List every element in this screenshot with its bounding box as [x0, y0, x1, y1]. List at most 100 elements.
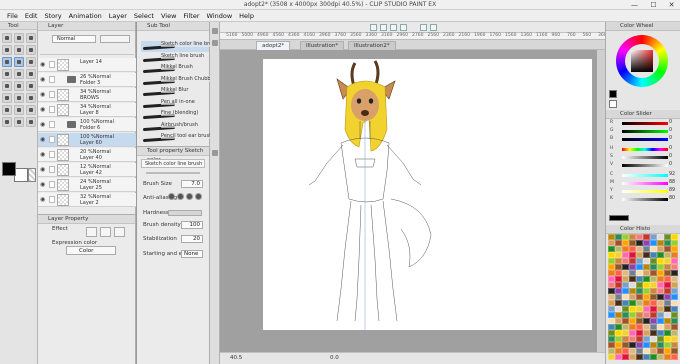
- decoration-tool-icon[interactable]: [14, 69, 24, 79]
- color-slider-bar[interactable]: [622, 138, 668, 141]
- color-history-swatch[interactable]: [622, 354, 629, 360]
- lock-icon[interactable]: [49, 76, 55, 83]
- layer-row[interactable]: ◉ Layer 14: [38, 58, 136, 72]
- lock-icon[interactable]: [49, 196, 55, 203]
- layer-row[interactable]: ◉ 34 %Normal BROWS: [38, 88, 136, 102]
- border-effect-button[interactable]: [86, 227, 97, 237]
- subtool-brush-item[interactable]: Mikkel Brush Chubby: [141, 75, 214, 87]
- expression-color-select[interactable]: Color: [66, 246, 116, 255]
- move-tool-icon[interactable]: [14, 33, 24, 43]
- color-slider-bar[interactable]: [622, 148, 668, 151]
- color-slider-value[interactable]: 88: [669, 180, 675, 185]
- color-history-swatch[interactable]: [615, 354, 622, 360]
- pen-tool-icon[interactable]: [2, 57, 12, 67]
- auto-select-tool-icon[interactable]: [14, 45, 24, 55]
- frame-tool-icon[interactable]: [14, 93, 24, 103]
- snap-special-icon[interactable]: [400, 24, 407, 31]
- color-slider-value[interactable]: 92: [669, 172, 675, 177]
- eye-icon[interactable]: ◉: [40, 121, 47, 128]
- subtool-brush-item[interactable]: Mikkel Blur: [141, 87, 209, 98]
- menu-help[interactable]: Help: [239, 10, 254, 22]
- lock-icon[interactable]: [49, 181, 55, 188]
- tone-effect-button[interactable]: [100, 227, 111, 237]
- color-history-swatch[interactable]: [664, 354, 671, 360]
- color-slider-value[interactable]: 0: [669, 162, 672, 167]
- lock-icon[interactable]: [49, 121, 55, 128]
- eye-icon[interactable]: ◉: [40, 76, 47, 83]
- transparent-color-swatch[interactable]: [28, 168, 36, 182]
- eyedropper-command-icon[interactable]: [420, 24, 427, 31]
- eye-icon[interactable]: ◉: [40, 181, 47, 188]
- airbrush-tool-icon[interactable]: [2, 69, 12, 79]
- layer-command-icon[interactable]: [430, 24, 437, 31]
- stabilization-input[interactable]: 20: [181, 235, 203, 243]
- eye-icon[interactable]: ◉: [40, 151, 47, 158]
- menu-file[interactable]: File: [7, 10, 18, 22]
- saturation-value-square[interactable]: [631, 50, 653, 72]
- main-color-swatch[interactable]: [2, 162, 16, 176]
- subtool-brush-item[interactable]: Fine (blending): [141, 110, 209, 121]
- eye-icon[interactable]: ◉: [40, 61, 47, 68]
- liquify-tool-icon[interactable]: [14, 117, 24, 127]
- hardness-slider[interactable]: [168, 210, 202, 216]
- menu-animation[interactable]: Animation: [69, 10, 102, 22]
- drawing-canvas[interactable]: [263, 59, 592, 330]
- color-slider-bar[interactable]: [622, 130, 668, 133]
- color-slider-bar[interactable]: [622, 174, 668, 177]
- layer-row[interactable]: ◉ 26 %Normal Folder 3: [38, 73, 136, 87]
- hand-tool-icon[interactable]: [26, 117, 36, 127]
- ruler-tool-icon[interactable]: [26, 93, 36, 103]
- color-slider-bar[interactable]: [622, 156, 668, 159]
- close-button[interactable]: ✕: [663, 0, 680, 10]
- layer-row[interactable]: ◉ 34 %Normal Layer 8: [38, 103, 136, 117]
- panel-tab-icon-2[interactable]: [212, 150, 218, 156]
- eye-icon[interactable]: ◉: [40, 136, 47, 143]
- wheel-sub-color[interactable]: [609, 100, 617, 108]
- balloon-tool-icon[interactable]: [14, 105, 24, 115]
- lock-icon[interactable]: [49, 136, 55, 143]
- color-slider-value[interactable]: 0: [669, 128, 672, 133]
- starting-ending-select[interactable]: None: [181, 250, 203, 258]
- color-history-swatch[interactable]: [671, 354, 678, 360]
- brush-size-input[interactable]: 7.0: [181, 180, 203, 188]
- color-history-swatch[interactable]: [636, 354, 643, 360]
- subtool-brush-item[interactable]: Airbrush/brush: [141, 121, 209, 133]
- color-history-swatch[interactable]: [629, 354, 636, 360]
- blend-mode-select[interactable]: Normal: [52, 35, 96, 43]
- color-slider-bar[interactable]: [622, 182, 668, 185]
- color-slider-value[interactable]: 0: [669, 154, 672, 159]
- color-slider-value[interactable]: 0: [669, 146, 672, 151]
- layer-row[interactable]: ◉ 100 %Normal Layer 60: [38, 133, 136, 147]
- color-slider-value[interactable]: 0: [669, 136, 672, 141]
- menu-view[interactable]: View: [161, 10, 176, 22]
- eye-icon[interactable]: ◉: [40, 91, 47, 98]
- color-slider-value[interactable]: 89: [669, 188, 675, 193]
- layer-row[interactable]: ◉ 24 %Normal Layer 25: [38, 178, 136, 192]
- tab-illustration[interactable]: Illustration*: [300, 41, 345, 50]
- blend-tool-2-icon[interactable]: [2, 117, 12, 127]
- snap-ruler-icon[interactable]: [380, 24, 387, 31]
- color-slider-bar[interactable]: [622, 122, 668, 125]
- color-slider-value[interactable]: 80: [669, 196, 675, 201]
- color-history-swatch[interactable]: [650, 354, 657, 360]
- color-history-swatch[interactable]: [643, 354, 650, 360]
- layer-row[interactable]: ◉ 100 %Normal Folder 6: [38, 118, 136, 132]
- panel-tab-icon[interactable]: [212, 40, 218, 46]
- color-slider-bar[interactable]: [622, 190, 668, 193]
- zoom-tool-icon[interactable]: [2, 33, 12, 43]
- color-history-swatch[interactable]: [657, 354, 664, 360]
- figure-tool-icon[interactable]: [2, 93, 12, 103]
- text-tool-icon[interactable]: [2, 105, 12, 115]
- brush-tool-icon[interactable]: [26, 57, 36, 67]
- minimize-button[interactable]: —: [626, 0, 643, 10]
- menu-window[interactable]: Window: [207, 10, 233, 22]
- pencil-tool-icon[interactable]: [14, 57, 24, 67]
- brush-density-input[interactable]: 100: [181, 221, 203, 229]
- wheel-main-color[interactable]: [609, 90, 617, 98]
- tab-adopt2[interactable]: adopt2*: [256, 41, 291, 50]
- snap-grid-icon[interactable]: [390, 24, 397, 31]
- opacity-slider[interactable]: [100, 35, 130, 43]
- menu-story[interactable]: Story: [44, 10, 61, 22]
- gradient-tool-icon[interactable]: [26, 81, 36, 91]
- subtool-brush-item[interactable]: Pen all in-one: [141, 98, 209, 110]
